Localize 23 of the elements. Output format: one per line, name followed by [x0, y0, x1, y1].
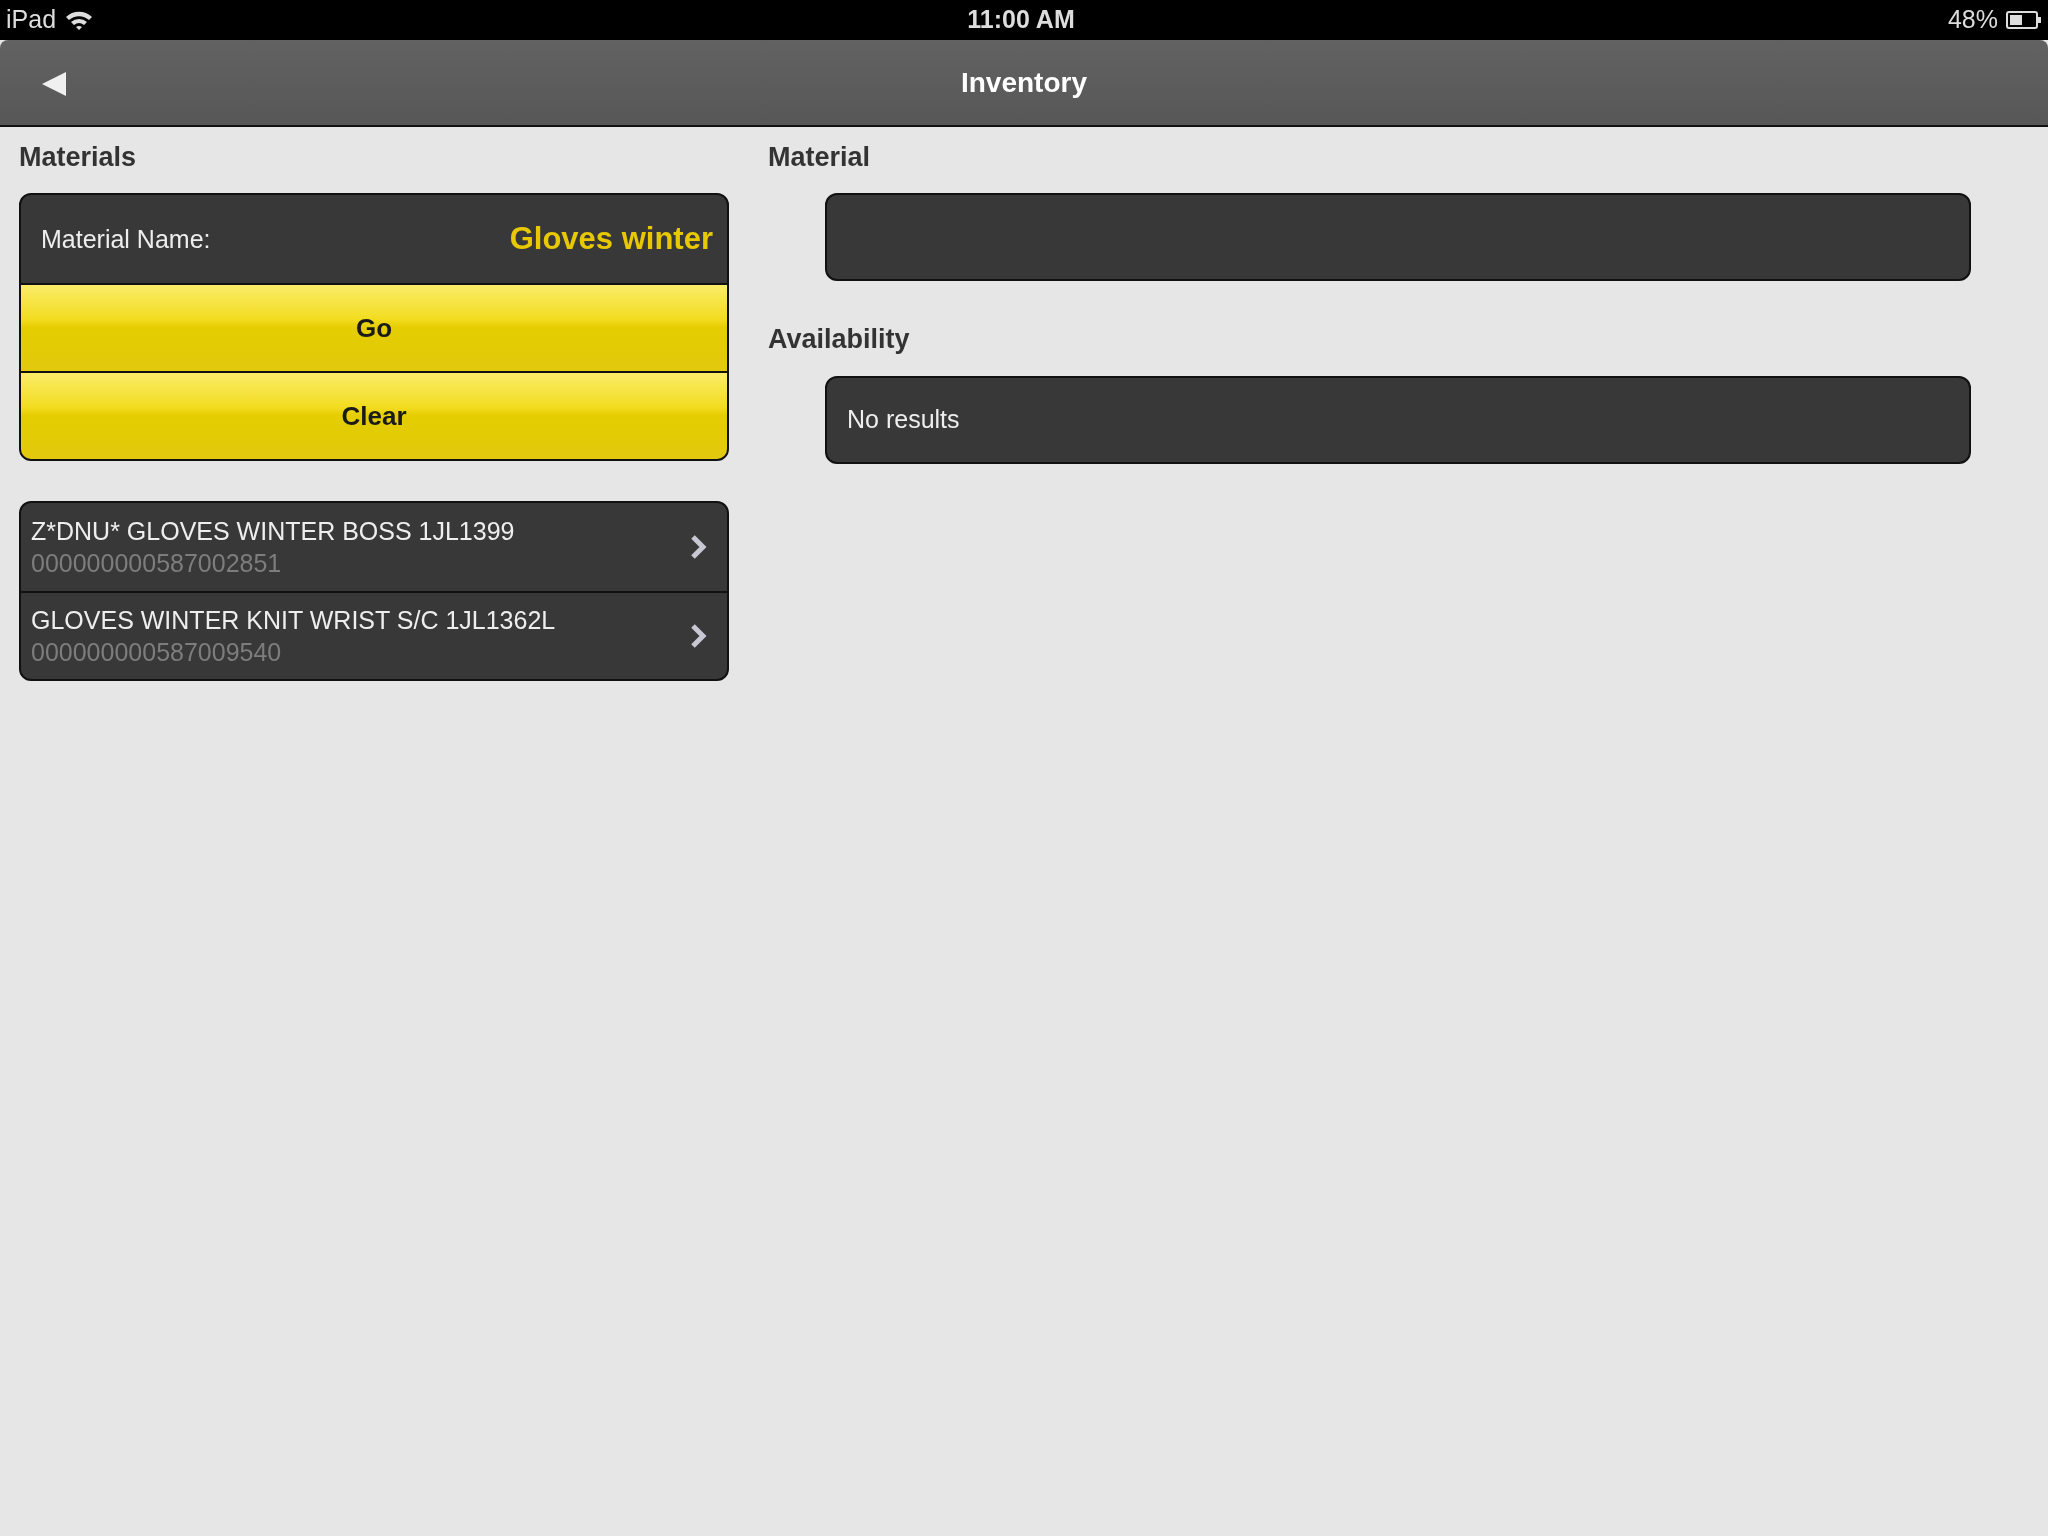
action-button[interactable]: Go: [21, 283, 727, 372]
empty-message: No results: [846, 404, 960, 436]
field-label: Material Name:: [41, 223, 211, 255]
material-name-field[interactable]: Gloves winter: [335, 215, 715, 264]
material-name: Z*DNU* GLOVES WINTER BOSS 1JL1399: [31, 515, 516, 547]
wifi-icon: [64, 9, 95, 31]
action-button[interactable]: Clear: [21, 371, 727, 460]
material-number: 000000000587002851: [31, 548, 283, 580]
section-heading: Materials: [19, 141, 138, 174]
status-time: 11:00 AM: [967, 4, 1075, 36]
result-item[interactable]: GLOVES WINTER KNIT WRIST S/C 1JL1362L 000000000587009540: [21, 591, 727, 680]
battery-percent: 48%: [1947, 4, 1998, 36]
material-name: GLOVES WINTER KNIT WRIST S/C 1JL1362L: [31, 604, 557, 636]
nav-title: Inventory: [961, 65, 1087, 100]
result-item[interactable]: Z*DNU* GLOVES WINTER BOSS 1JL1399 000000000587002851: [21, 503, 727, 592]
section-heading: Material: [768, 141, 872, 174]
chevron-icon: [689, 623, 707, 650]
back-button[interactable]: [40, 70, 68, 98]
device-name: iPad: [6, 4, 57, 36]
chevron-icon: [689, 534, 707, 561]
material-number: 000000000587009540: [31, 637, 283, 669]
battery-icon: [2006, 10, 2042, 30]
section-heading: Availability: [768, 323, 911, 356]
